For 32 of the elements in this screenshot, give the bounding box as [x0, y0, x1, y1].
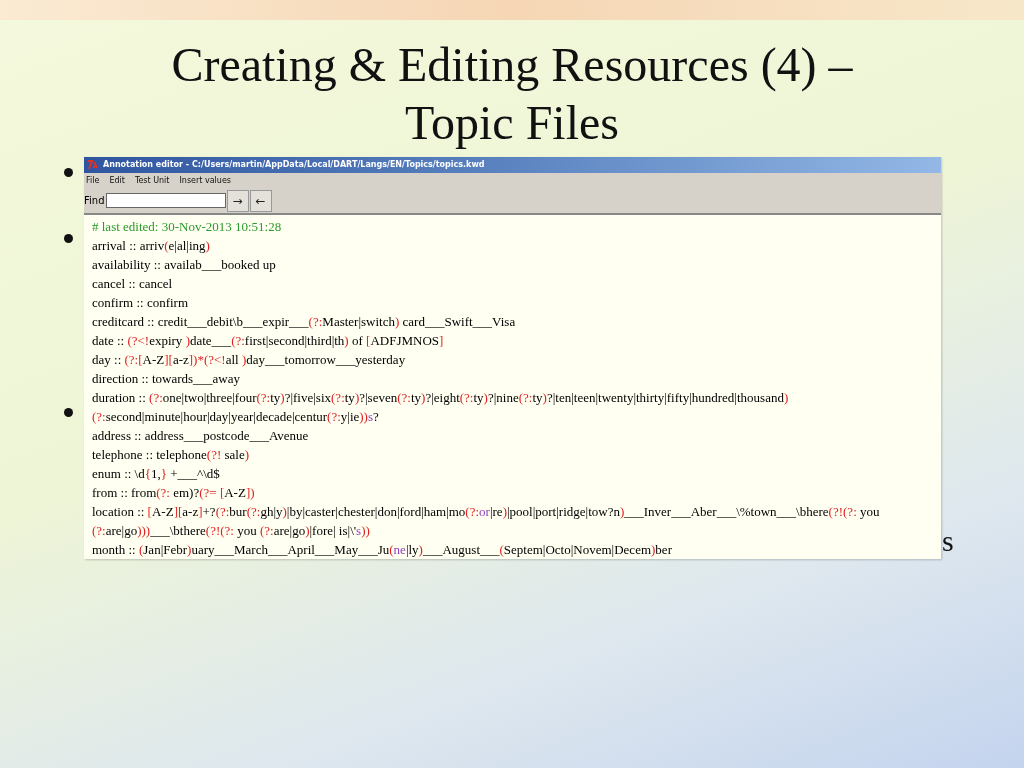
code-line: cancel :: cancel — [92, 275, 174, 293]
app-icon — [87, 159, 99, 170]
code-line: availability :: availab___booked up — [92, 256, 277, 274]
code-line: telephone :: telephone(?! sale) — [92, 446, 251, 464]
menu-item[interactable]: Test Unit — [134, 175, 170, 185]
code-line: enum :: \d{1,} +___^\d$ — [92, 465, 221, 483]
window-title: Annotation editor - C:/Users/martin/AppData/Local/DART/Langs/EN/Topics/topics.kwd — [103, 160, 485, 170]
code-line: creditcard :: credit___debit\b___expir___(?:Master|switch) card___Swift___Visa — [92, 313, 517, 331]
menu-item[interactable]: File — [86, 175, 100, 185]
slide-title: Creating & Editing Resources (4) – — [171, 37, 853, 94]
find-field[interactable] — [105, 193, 226, 209]
code-line: date :: (?<!expiry )date___(?:first|second|third|th) of [ADFJMNOS] — [92, 332, 445, 350]
find-arrow-button[interactable]: ← — [249, 189, 272, 212]
bullet-icon — [64, 168, 73, 177]
bullet-text: s — [942, 524, 954, 558]
bullet-icon — [64, 408, 73, 417]
menu-item[interactable]: Insert values — [179, 175, 231, 185]
code-line: direction :: towards___away — [92, 370, 241, 388]
find-arrow-button[interactable]: → — [226, 189, 249, 212]
code-line: confirm :: confirm — [92, 294, 190, 312]
slide-title: Topic Files — [405, 95, 619, 151]
code-line: # last edited: 30-Nov-2013 10:51:28 — [92, 218, 283, 236]
code-line: day :: (?:[A-Z][a-z])*(?<!all )day___tomorrow___yesterday — [92, 351, 407, 369]
code-line: address :: address___postcode___Avenue — [92, 427, 310, 445]
find-label: Find — [84, 195, 105, 207]
code-line: arrival :: arriv(e|al|ing) — [92, 237, 211, 255]
menu-item[interactable]: Edit — [109, 175, 125, 185]
code-line: from :: from(?: em)?(?= [A-Z]) — [92, 484, 256, 502]
code-line: location :: [A-Z][a-z]+?(?:bur(?:gh|y)|by|caster|chester|don|ford|ham|mo(?:or|re)|pool|port|ridge|tow?n)___Inver___Aber___\%town___\bhere(?!(?: you (?:are|go)))___\bthere(?!(?: you (?:are|go)|fore| is|\'s)) — [92, 503, 881, 540]
code-line: month :: (Jan|Febr)uary___March___April___May___Ju(ne|ly)___August___(Septem|Octo|Novem|Decem)ber — [92, 541, 673, 559]
code-line: duration :: (?:one|two|three|four(?:ty)?|five|six(?:ty)?|seven(?:ty)?|eight(?:ty)?|nine(?:ty)?|ten|teen|twenty|thirty|fifty|hundred|thousand) (?:second|minute|hour|day|year|decade|centur(?:y|ie))s? — [92, 389, 790, 426]
bullet-icon — [64, 234, 73, 243]
